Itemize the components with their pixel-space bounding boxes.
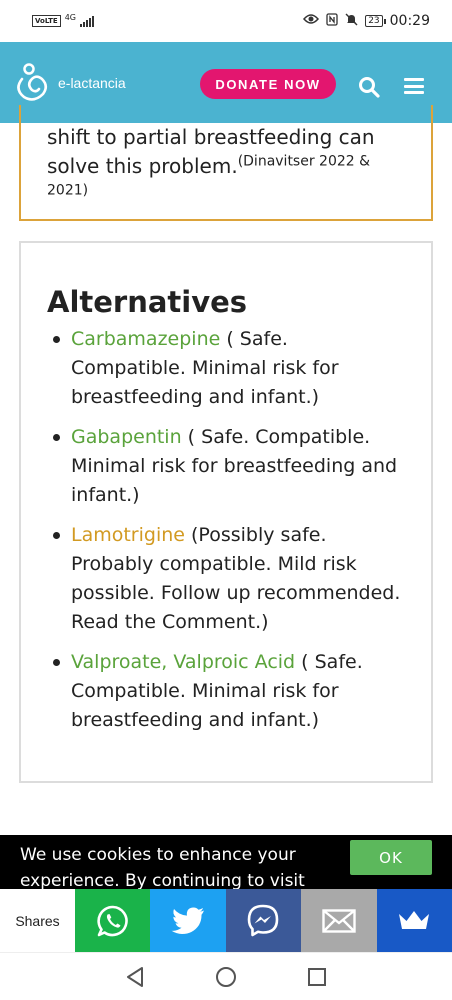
whatsapp-share-button[interactable] xyxy=(75,889,151,952)
messenger-share-button[interactable] xyxy=(225,889,302,952)
previous-text-paragraph: shift to partial breastfeeding can solve… xyxy=(47,123,405,210)
recents-icon[interactable] xyxy=(305,965,329,989)
site-logo[interactable]: e-lactancia xyxy=(16,62,126,103)
previous-info-box: shift to partial breastfeeding can solve… xyxy=(19,105,433,221)
cookie-text: We use cookies to enhance your experienc… xyxy=(20,845,305,890)
hamburger-menu-icon[interactable] xyxy=(404,78,424,94)
twitter-icon xyxy=(171,907,205,934)
previous-text: shift to partial breastfeeding can solve… xyxy=(47,125,375,178)
status-right: 23 00:29 xyxy=(303,12,430,30)
email-icon xyxy=(322,908,356,933)
eye-icon xyxy=(303,13,320,29)
mute-icon xyxy=(345,13,358,30)
site-name: e-lactancia xyxy=(58,74,126,91)
cookie-banner: We use cookies to enhance your experienc… xyxy=(0,835,452,890)
whatsapp-icon xyxy=(97,905,128,936)
donate-button[interactable]: DONATE NOW xyxy=(200,69,336,99)
alternatives-list: Carbamazepine ( Safe. Compatible. Minima… xyxy=(47,325,407,735)
twitter-share-button[interactable] xyxy=(150,889,226,952)
nfc-icon xyxy=(326,12,338,30)
drug-link-valproate[interactable]: Valproate, Valproic Acid xyxy=(71,651,295,673)
battery-icon: 23 xyxy=(365,15,387,27)
alternatives-box: Alternatives Carbamazepine ( Safe. Compa… xyxy=(19,241,433,783)
email-share-button[interactable] xyxy=(301,889,377,952)
search-icon[interactable] xyxy=(358,76,380,98)
status-left: VoLTE 4G xyxy=(32,12,94,27)
status-bar: VoLTE 4G 23 00:29 xyxy=(0,0,452,42)
drug-link-carbamazepine[interactable]: Carbamazepine xyxy=(71,328,220,350)
crown-share-button[interactable] xyxy=(376,889,452,952)
shares-label: Shares xyxy=(0,889,75,952)
alternatives-title: Alternatives xyxy=(47,285,248,319)
drug-link-gabapentin[interactable]: Gabapentin xyxy=(71,426,182,448)
drug-link-lamotrigine[interactable]: Lamotrigine xyxy=(71,524,185,546)
cookie-ok-button[interactable]: OK xyxy=(350,840,432,875)
volte-indicator: VoLTE xyxy=(32,15,61,27)
back-icon[interactable] xyxy=(123,965,147,989)
home-icon[interactable] xyxy=(214,965,238,989)
crown-icon xyxy=(399,910,430,929)
list-item: Valproate, Valproic Acid ( Safe. Compati… xyxy=(47,648,407,735)
list-item: Gabapentin ( Safe. Compatible. Minimal r… xyxy=(47,423,407,510)
list-item: Carbamazepine ( Safe. Compatible. Minima… xyxy=(47,325,407,412)
share-bar: Shares xyxy=(0,889,452,952)
signal-icon xyxy=(80,15,94,27)
messenger-icon xyxy=(248,904,279,936)
clock: 00:29 xyxy=(389,13,430,29)
logo-mark-icon xyxy=(17,62,48,101)
system-navigation-bar xyxy=(0,952,452,1000)
network-type: 4G xyxy=(64,12,76,22)
list-item: Lamotrigine (Possibly safe. Probably com… xyxy=(47,521,407,637)
